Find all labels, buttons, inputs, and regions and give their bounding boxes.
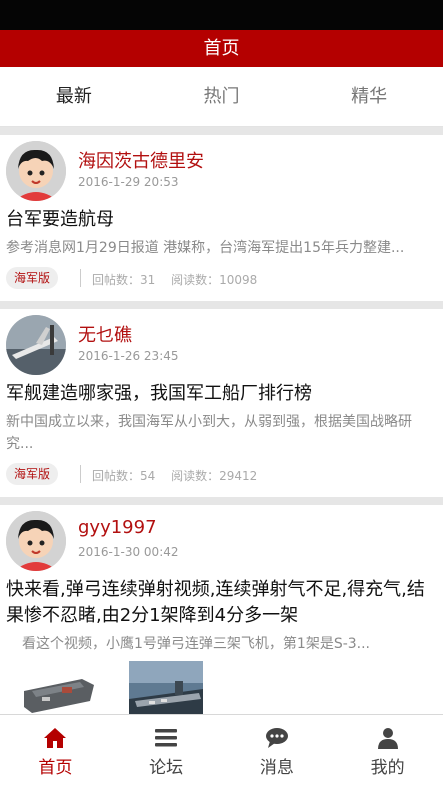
reply-count: 回帖数：31 bbox=[92, 273, 156, 287]
post-meta: 海军版 回帖数：54 阅读数：29412 bbox=[0, 455, 443, 497]
post-card[interactable]: 无乜礁 2016-1-26 23:45 军舰建造哪家强，我国军工船厂排行榜 新中… bbox=[0, 309, 443, 497]
post-meta: 海军版 回帖数：31 阅读数：10098 bbox=[0, 259, 443, 301]
carrier-image-icon bbox=[129, 661, 203, 714]
tab-latest[interactable]: 最新 bbox=[0, 67, 148, 126]
post-card[interactable]: gyy1997 2016-1-30 00:42 快来看,弹弓连续弹射视频,连续弹… bbox=[0, 505, 443, 714]
post-card[interactable]: 海因茨古德里安 2016-1-29 20:53 台军要造航母 参考消息网1月29… bbox=[0, 135, 443, 301]
cartoon-avatar-icon bbox=[6, 141, 66, 201]
view-count: 阅读数：29412 bbox=[171, 469, 258, 483]
divider bbox=[0, 127, 443, 135]
reply-count: 回帖数：54 bbox=[92, 469, 156, 483]
home-icon bbox=[44, 728, 67, 748]
image-strip bbox=[0, 661, 443, 714]
username[interactable]: 无乜礁 bbox=[78, 321, 132, 347]
post-image[interactable] bbox=[129, 661, 203, 714]
post-excerpt: 看这个视频，小鹰1号弹弓连弹三架飞机，第1架是S-3... bbox=[22, 636, 371, 652]
post-date: 2016-1-30 00:42 bbox=[78, 545, 179, 559]
post-header: 海因茨古德里安 2016-1-29 20:53 bbox=[0, 135, 443, 207]
board-tag[interactable]: 海军版 bbox=[6, 267, 59, 289]
nav-messages[interactable]: 消息 bbox=[222, 715, 333, 788]
divider bbox=[0, 301, 443, 309]
username[interactable]: 海因茨古德里安 bbox=[78, 147, 204, 173]
nav-forum[interactable]: 论坛 bbox=[111, 715, 222, 788]
divider bbox=[80, 465, 81, 483]
user-icon bbox=[377, 728, 398, 749]
photo-avatar-icon bbox=[6, 315, 66, 375]
nav-label: 消息 bbox=[259, 758, 294, 778]
nav-label: 我的 bbox=[370, 758, 405, 778]
cartoon-avatar-icon bbox=[6, 511, 66, 571]
view-count: 阅读数：10098 bbox=[171, 273, 258, 287]
nav-label: 论坛 bbox=[149, 758, 184, 778]
post-header: gyy1997 2016-1-30 00:42 bbox=[0, 505, 443, 577]
post-date: 2016-1-26 23:45 bbox=[78, 349, 179, 363]
page-title: 首页 bbox=[0, 30, 443, 67]
post-date: 2016-1-29 20:53 bbox=[78, 175, 179, 189]
tab-hot[interactable]: 热门 bbox=[148, 67, 296, 126]
post-excerpt: 新中国成立以来，我国海军从小到大，从弱到强，根据美国战略研究... bbox=[6, 414, 412, 452]
avatar[interactable] bbox=[6, 141, 66, 201]
post-title[interactable]: 快来看,弹弓连续弹射视频,连续弹射气不足,得充气,结果惨不忍睹,由2分1架降到4… bbox=[0, 577, 443, 629]
username[interactable]: gyy1997 bbox=[78, 517, 157, 538]
bottom-nav: 首页 论坛 消息 我的 bbox=[0, 714, 443, 788]
nav-label: 首页 bbox=[38, 758, 73, 778]
post-feed[interactable]: 海因茨古德里安 2016-1-29 20:53 台军要造航母 参考消息网1月29… bbox=[0, 127, 443, 714]
post-title[interactable]: 台军要造航母 bbox=[0, 207, 443, 233]
divider bbox=[0, 497, 443, 505]
post-title[interactable]: 军舰建造哪家强，我国军工船厂排行榜 bbox=[0, 381, 443, 407]
post-excerpt: 参考消息网1月29日报道 港媒称，台湾海军提出15年兵力整建... bbox=[6, 240, 405, 256]
post-header: 无乜礁 2016-1-26 23:45 bbox=[0, 309, 443, 381]
tab-featured[interactable]: 精华 bbox=[295, 67, 443, 126]
nav-home[interactable]: 首页 bbox=[0, 715, 111, 788]
tab-bar: 最新 热门 精华 bbox=[0, 67, 443, 127]
chat-icon bbox=[265, 728, 288, 748]
post-image[interactable] bbox=[22, 661, 96, 714]
divider bbox=[80, 269, 81, 287]
nav-profile[interactable]: 我的 bbox=[332, 715, 443, 788]
avatar[interactable] bbox=[6, 315, 66, 375]
status-bar bbox=[0, 0, 443, 30]
avatar[interactable] bbox=[6, 511, 66, 571]
board-tag[interactable]: 海军版 bbox=[6, 463, 59, 485]
list-icon bbox=[155, 729, 178, 747]
carrier-image-icon bbox=[22, 661, 96, 714]
